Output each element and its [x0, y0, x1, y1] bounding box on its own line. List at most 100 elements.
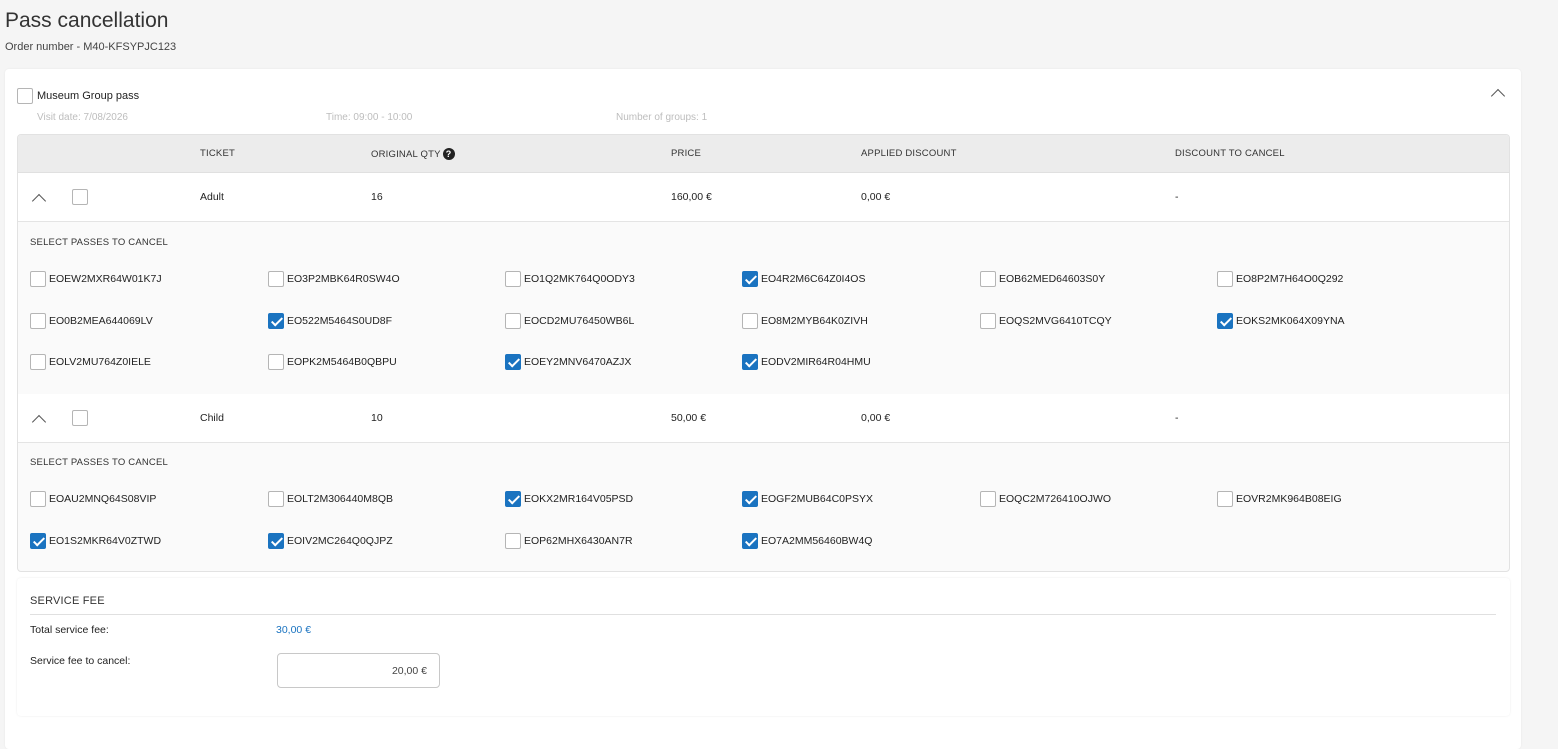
pass-checkbox[interactable] [742, 271, 758, 287]
pass-checkbox[interactable] [742, 533, 758, 549]
number-of-groups: Number of groups: 1 [616, 112, 708, 123]
pass-item[interactable]: EO7A2MM56460BW4Q [742, 533, 872, 549]
pass-code: EOP62MHX6430AN7R [524, 535, 633, 547]
header-original-qty-label: ORIGINAL QTY [371, 148, 441, 160]
pass-title: Museum Group pass [37, 90, 140, 102]
pass-checkbox[interactable] [268, 354, 284, 370]
cell-price: 160,00 € [671, 191, 712, 203]
pass-item[interactable]: EOP62MHX6430AN7R [505, 533, 633, 549]
pass-code: EOIV2MC264Q0QJPZ [287, 535, 393, 547]
cell-ticket: Adult [200, 191, 224, 203]
pass-code: EO1S2MKR64V0ZTWD [49, 535, 162, 547]
pass-code: EO1Q2MK764Q0ODY3 [524, 273, 635, 285]
pass-checkbox[interactable] [30, 313, 46, 329]
pass-checkbox[interactable] [1217, 491, 1233, 507]
row-checkbox-child[interactable] [72, 410, 88, 426]
pass-code: EOCD2MU76450WB6L [524, 315, 635, 327]
chevron-up-icon [1490, 88, 1506, 104]
pass-code: EOEW2MXR64W01K7J [49, 273, 162, 285]
pass-item[interactable]: EOAU2MNQ64S08VIP [30, 491, 156, 507]
pass-checkbox[interactable] [30, 354, 46, 370]
row-checkbox-adult[interactable] [72, 189, 88, 205]
pass-checkbox[interactable] [505, 354, 521, 370]
pass-item[interactable]: EO8M2MYB64K0ZIVH [742, 313, 868, 329]
pass-item[interactable]: EOCD2MU76450WB6L [505, 313, 634, 329]
pass-code: EOLT2M306440M8QB [287, 493, 394, 505]
pass-item[interactable]: EO3P2MBK64R0SW4O [268, 271, 400, 287]
pass-code: EOLV2MU764Z0IELE [49, 356, 151, 368]
row-collapse-adult[interactable] [31, 193, 47, 211]
pass-item[interactable]: EOVR2MK964B08EIG [1217, 491, 1342, 507]
pass-item[interactable]: EO0B2MEA644069LV [30, 313, 153, 329]
cell-qty: 10 [371, 412, 383, 424]
pass-checkbox[interactable] [505, 533, 521, 549]
table-row-child: Child 10 50,00 € 0,00 € - [18, 394, 1509, 443]
pass-item[interactable]: EOGF2MUB64C0PSYX [742, 491, 873, 507]
pass-checkbox[interactable] [505, 271, 521, 287]
pass-item[interactable]: EOKX2MR164V05PSD [505, 491, 633, 507]
pass-item[interactable]: EOEW2MXR64W01K7J [30, 271, 162, 287]
pass-checkbox[interactable] [980, 313, 996, 329]
pass-item[interactable]: EOQC2M726410OJWO [980, 491, 1111, 507]
pass-code: EOQS2MVG6410TCQY [999, 315, 1112, 327]
pass-code: EO8P2M7H64O0Q292 [1236, 273, 1344, 285]
pass-item[interactable]: EOQS2MVG6410TCQY [980, 313, 1112, 329]
pass-checkbox[interactable] [268, 491, 284, 507]
pass-checkbox[interactable] [268, 271, 284, 287]
pass-item[interactable]: EO1S2MKR64V0ZTWD [30, 533, 161, 549]
pass-code: EODV2MIR64R04HMU [761, 356, 871, 368]
pass-code: EOEY2MNV6470AZJX [524, 356, 632, 368]
pass-item[interactable]: EOPK2M5464B0QBPU [268, 354, 397, 370]
pass-code: EO3P2MBK64R0SW4O [287, 273, 400, 285]
pass-code: EO522M5464S0UD8F [287, 315, 393, 327]
pass-item[interactable]: EOKS2MK064X09YNA [1217, 313, 1345, 329]
pass-checkbox[interactable] [505, 491, 521, 507]
pass-checkbox[interactable] [268, 313, 284, 329]
header-discount-to-cancel: DISCOUNT TO CANCEL [1175, 148, 1285, 159]
pass-code: EO8M2MYB64K0ZIVH [761, 315, 868, 327]
pass-checkbox[interactable] [1217, 271, 1233, 287]
help-icon[interactable]: ? [442, 148, 455, 160]
header-ticket: TICKET [200, 148, 235, 159]
chevron-up-icon [31, 193, 47, 209]
pass-code: EOKS2MK064X09YNA [1236, 315, 1345, 327]
pass-checkbox[interactable] [1217, 313, 1233, 329]
pass-code: EOVR2MK964B08EIG [1236, 493, 1342, 505]
pass-item[interactable]: EO522M5464S0UD8F [268, 313, 392, 329]
pass-card: Museum Group pass Visit date: 7/08/2026 … [5, 69, 1521, 749]
pass-code: EO0B2MEA644069LV [49, 315, 153, 327]
service-fee-cancel-input[interactable] [277, 653, 440, 688]
card-collapse-button[interactable] [1490, 87, 1506, 104]
chevron-up-icon [31, 414, 47, 430]
pass-checkbox[interactable] [742, 354, 758, 370]
pass-checkbox[interactable] [742, 491, 758, 507]
pass-item[interactable]: EOLT2M306440M8QB [268, 491, 393, 507]
pass-checkbox[interactable] [980, 271, 996, 287]
table-header: TICKET ORIGINAL QTY ? PRICE APPLIED DISC… [18, 135, 1509, 173]
cell-discount-to-cancel: - [1175, 191, 1179, 203]
pass-item[interactable]: EO8P2M7H64O0Q292 [1217, 271, 1343, 287]
pass-checkbox[interactable] [505, 313, 521, 329]
pass-item[interactable]: EO1Q2MK764Q0ODY3 [505, 271, 635, 287]
pass-checkbox[interactable] [742, 313, 758, 329]
pass-item[interactable]: EO4R2M6C64Z0I4OS [742, 271, 865, 287]
tickets-table: TICKET ORIGINAL QTY ? PRICE APPLIED DISC… [17, 134, 1510, 572]
page-title: Pass cancellation [5, 9, 169, 32]
pass-checkbox[interactable] [30, 271, 46, 287]
pass-checkbox[interactable] [30, 491, 46, 507]
cell-discount: 0,00 € [861, 191, 891, 203]
pass-select-all-checkbox[interactable] [17, 88, 33, 104]
pass-item[interactable]: EOIV2MC264Q0QJPZ [268, 533, 393, 549]
pass-checkbox[interactable] [30, 533, 46, 549]
pass-item[interactable]: EOEY2MNV6470AZJX [505, 354, 631, 370]
row-collapse-child[interactable] [31, 414, 47, 432]
table-row-adult: Adult 16 160,00 € 0,00 € - [18, 173, 1509, 222]
pass-item[interactable]: EOB62MED64603S0Y [980, 271, 1105, 287]
pass-code: EOGF2MUB64C0PSYX [761, 493, 874, 505]
pass-item[interactable]: EOLV2MU764Z0IELE [30, 354, 151, 370]
select-passes-label: SELECT PASSES TO CANCEL [30, 237, 169, 248]
header-original-qty: ORIGINAL QTY ? [371, 148, 455, 160]
pass-checkbox[interactable] [268, 533, 284, 549]
pass-checkbox[interactable] [980, 491, 996, 507]
pass-item[interactable]: EODV2MIR64R04HMU [742, 354, 871, 370]
